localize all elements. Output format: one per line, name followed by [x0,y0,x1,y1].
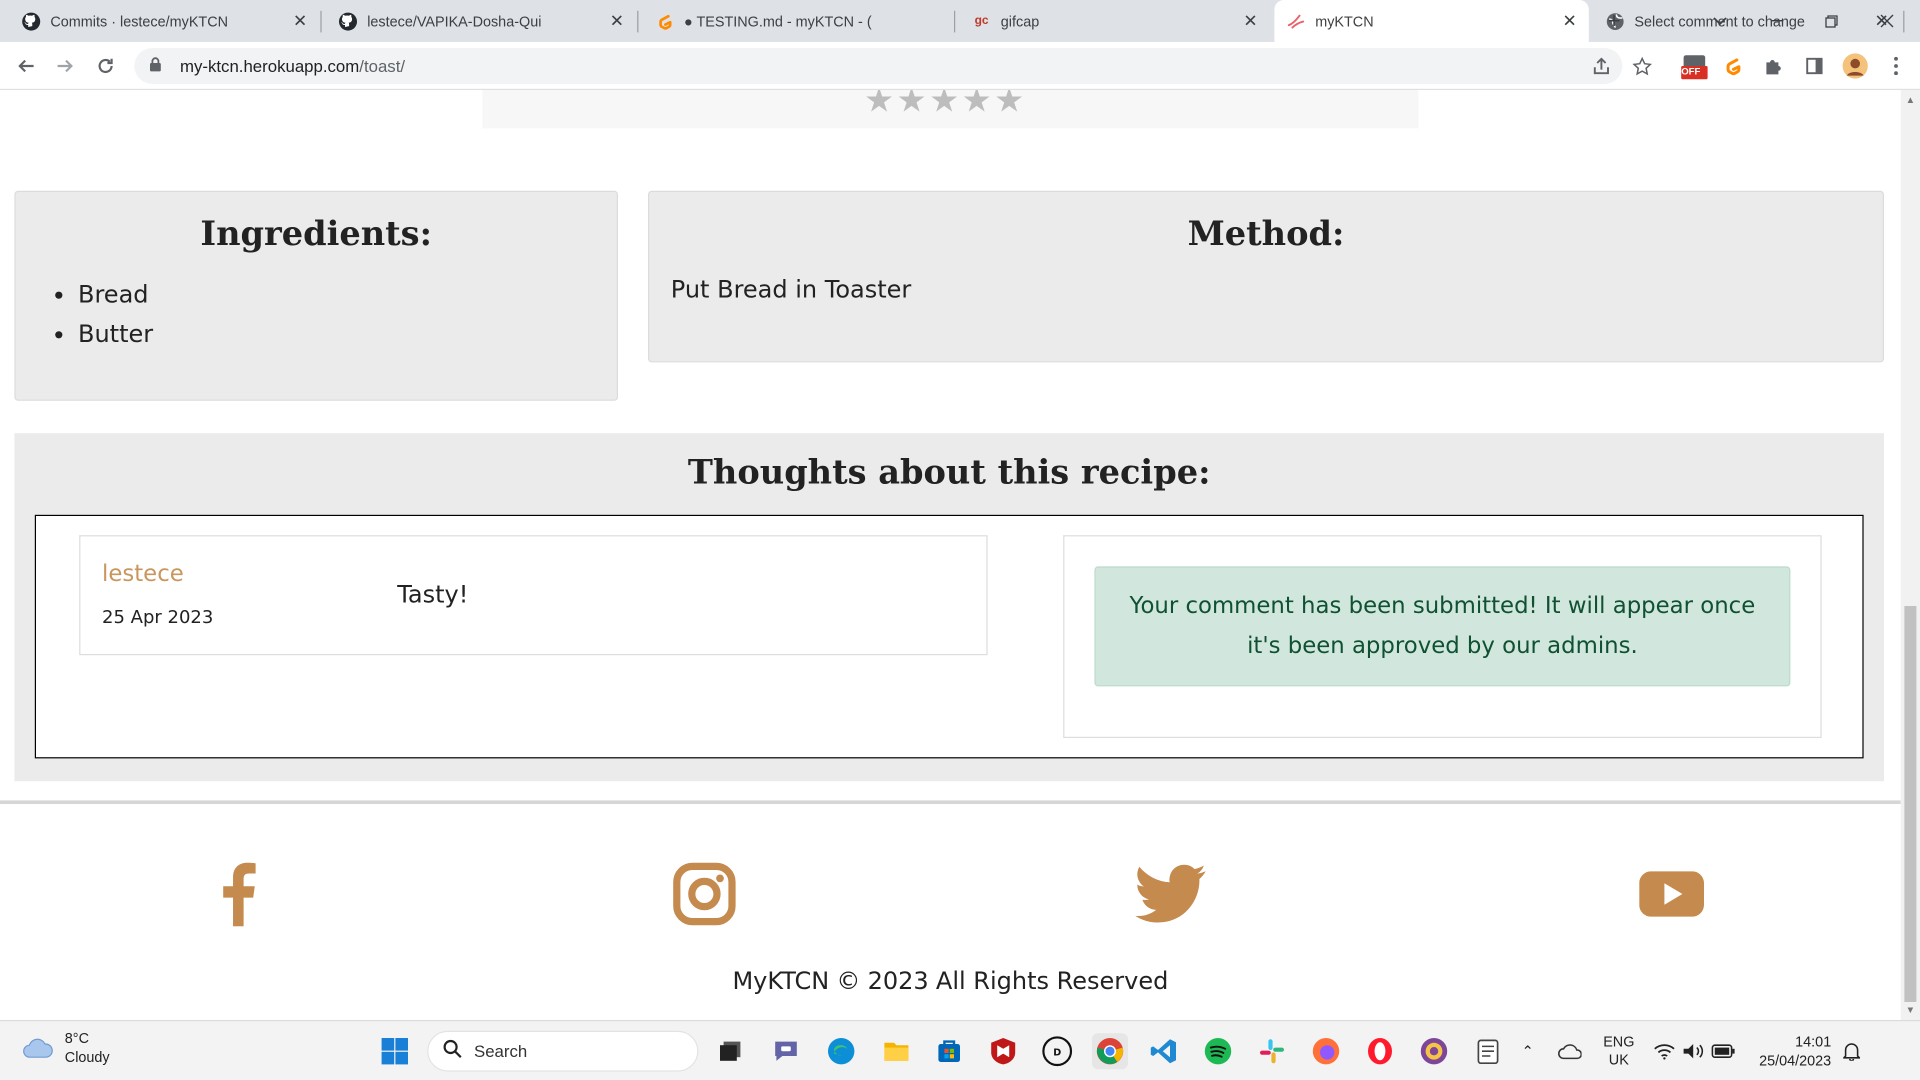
notepad-icon[interactable] [1470,1033,1506,1069]
edge-icon[interactable] [823,1033,859,1069]
page-content: ★★★★★ Ingredients: Bread Butter Method: … [0,90,1901,1021]
extension-badge: OFF [1681,66,1701,77]
scrollbar-thumb[interactable] [1904,606,1917,1003]
star-icon[interactable]: ★ [929,90,962,120]
star-rating[interactable]: ★★★★★ [864,90,1027,120]
cloud-icon [23,1038,53,1058]
star-icon[interactable]: ★ [962,90,995,120]
comment-card: lestece 25 Apr 2023 Tasty! [79,535,988,656]
battery-icon[interactable] [1711,1021,1735,1080]
gitpod-icon[interactable] [1718,52,1747,81]
scroll-down-icon[interactable]: ▼ [1906,1004,1916,1015]
vscode-icon[interactable] [1146,1033,1182,1069]
footer-rights: All Rights Reserved [935,966,1169,995]
taskbar: 8°C Cloudy Search D ⌃ ENG UK 14:01 25/04… [0,1020,1920,1080]
instagram-icon[interactable] [668,858,740,930]
task-view-icon[interactable] [713,1033,749,1069]
adblock-off-icon[interactable]: OFF [1678,52,1712,81]
chrome-icon[interactable] [1092,1033,1128,1070]
restore-icon[interactable] [1808,0,1854,42]
taskbar-search[interactable]: Search [427,1030,699,1072]
file-explorer-icon[interactable] [878,1033,914,1069]
profile-avatar[interactable] [1841,52,1870,81]
comment-author: lestece [102,560,184,587]
url-path: /toast/ [359,56,406,76]
toolbar: my-ktcn.herokuapp.com/toast/ OFF [0,42,1920,90]
page-scrollbar[interactable]: ▲ ▼ [1900,90,1920,1021]
bookmark-star-icon[interactable] [1627,52,1656,81]
weather-temperature: 8°C [64,1029,89,1047]
footer-year: 2023 [867,966,929,995]
comment-date: 25 Apr 2023 [102,606,214,628]
comment-submit-card: Your comment has been submitted! It will… [1063,535,1822,738]
volume-icon[interactable] [1682,1021,1704,1080]
reload-icon[interactable] [89,49,123,83]
search-placeholder: Search [474,1041,528,1061]
forward-icon[interactable] [48,49,82,83]
twitter-icon[interactable] [1135,858,1207,930]
windows-start-icon[interactable] [377,1033,413,1069]
weather-widget[interactable]: 8°C Cloudy [22,1028,110,1066]
wifi-icon[interactable] [1654,1021,1676,1080]
comments-section: Thoughts about this recipe: lestece 25 A… [14,433,1885,782]
footer-copyright: MyKTCN © 2023 All Rights Reserved [0,966,1901,995]
onedrive-sync-icon[interactable] [1558,1021,1582,1080]
language-top: ENG [1603,1033,1635,1050]
clock-time: 14:01 [1795,1033,1832,1050]
slack-icon[interactable] [1254,1033,1290,1069]
footer-divider [0,800,1901,805]
comments-title: Thoughts about this recipe: [687,452,1211,493]
minimize-icon[interactable] [1754,0,1800,42]
language-bottom: UK [1608,1051,1629,1068]
window-chrome-overlay: + [0,0,1920,42]
scroll-up-icon[interactable]: ▲ [1906,95,1916,106]
ingredients-list: Bread Butter [16,275,617,354]
ingredient-item: Butter [78,314,617,354]
dell-icon[interactable]: D [1039,1033,1075,1069]
taskbar-clock[interactable]: 14:01 25/04/2023 [1747,1021,1831,1080]
opera-icon[interactable] [1362,1033,1398,1069]
weather-condition: Cloudy [64,1048,110,1066]
search-icon [443,1039,462,1064]
tray-overflow-icon[interactable]: ⌃ [1522,1021,1534,1080]
back-icon[interactable] [10,49,44,83]
ingredients-title: Ingredients: [200,213,433,254]
star-icon[interactable]: ★ [864,90,897,120]
youtube-icon[interactable] [1630,858,1714,930]
mcafee-icon[interactable] [985,1033,1021,1069]
firefox-icon[interactable] [1308,1033,1344,1069]
teams-chat-icon[interactable] [768,1033,804,1069]
clock-date: 25/04/2023 [1759,1052,1832,1070]
copyright-symbol: © [836,966,861,995]
method-text: Put Bread in Toaster [670,274,912,304]
comment-body: Tasty! [397,579,469,609]
star-icon[interactable]: ★ [897,90,930,120]
spotify-icon[interactable] [1200,1033,1236,1069]
microsoft-store-icon[interactable] [931,1033,967,1069]
ingredients-card: Ingredients: Bread Butter [14,190,618,401]
language-indicator[interactable]: ENG UK [1603,1021,1634,1080]
screen: Commits · lestece/myKTCN ✕ lestece/VAPIK… [0,0,1920,1080]
method-title: Method: [1187,213,1345,254]
url-host: my-ktcn.herokuapp.com [180,56,360,76]
success-alert: Your comment has been submitted! It will… [1094,566,1791,687]
footer-brand: MyKTCN [732,966,830,995]
share-icon[interactable] [1586,52,1615,81]
side-panel-icon[interactable] [1800,52,1829,81]
facebook-icon[interactable] [202,858,274,930]
method-card: Method: Put Bread in Toaster [648,190,1885,363]
extensions-puzzle-icon[interactable] [1759,52,1788,81]
ingredient-item: Bread [78,275,617,315]
menu-kebab-icon[interactable] [1882,52,1911,81]
address-bar[interactable]: my-ktcn.herokuapp.com/toast/ [134,48,1623,84]
svg-text:D: D [1053,1047,1061,1058]
tor-browser-icon[interactable] [1416,1033,1452,1069]
new-tab-button[interactable]: + [1596,0,1632,42]
window-close-icon[interactable] [1864,0,1910,42]
comments-frame: lestece 25 Apr 2023 Tasty! Your comment … [34,514,1864,759]
notification-bell-icon[interactable] [1843,1021,1861,1080]
star-icon[interactable]: ★ [994,90,1027,120]
lock-icon [149,56,166,75]
tab-search-icon[interactable] [1700,0,1740,42]
